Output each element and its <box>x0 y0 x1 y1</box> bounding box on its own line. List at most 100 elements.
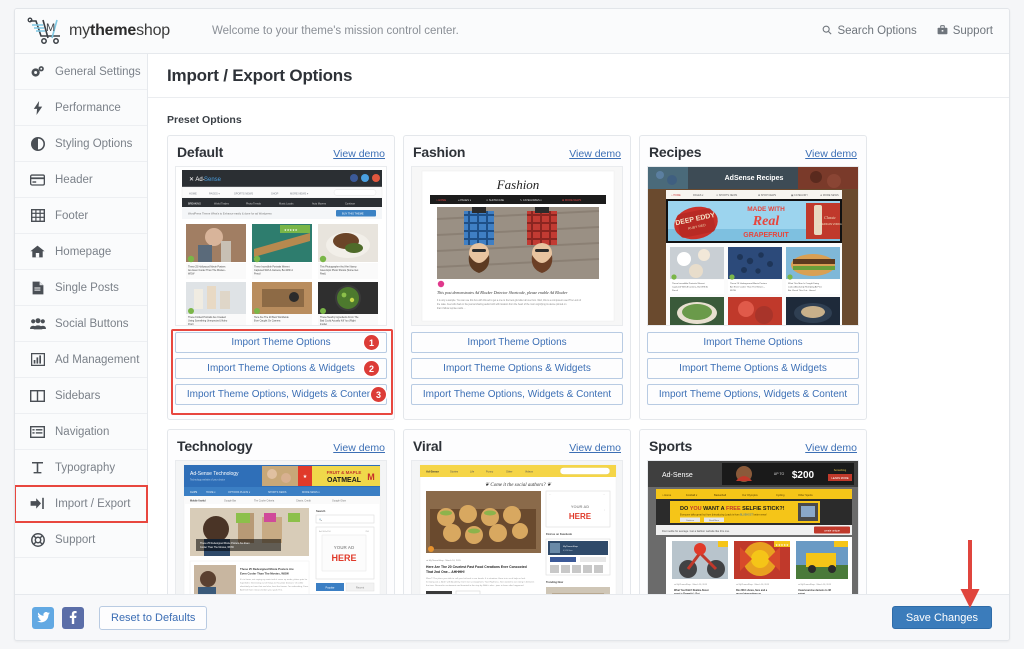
search-options-button[interactable]: Search Options <box>822 25 916 38</box>
welcome-message: Welcome to your theme's mission control … <box>212 25 459 37</box>
import-theme-options-widgets-button[interactable]: Import Theme Options & Widgets <box>647 358 859 379</box>
svg-text:Real): Real) <box>320 273 326 276</box>
import-theme-options-button[interactable]: Import Theme Options <box>175 332 387 353</box>
svg-text:BUY THIS THEME: BUY THIS THEME <box>342 212 364 216</box>
svg-text:Find us on Facebook: Find us on Facebook <box>546 532 572 536</box>
table-grid-icon <box>29 208 46 224</box>
svg-text:Photo Trends: Photo Trends <box>246 202 262 205</box>
preset-title: Technology <box>177 438 253 454</box>
svg-text:$200: $200 <box>792 470 815 481</box>
svg-text:AMERICAN VODKA: AMERICAN VODKA <box>818 222 842 226</box>
sidebar-item-typography[interactable]: Typography <box>15 450 147 486</box>
sidebar-item-sidebars[interactable]: Sidebars <box>15 378 147 414</box>
sidebar-label: Single Posts <box>55 282 119 294</box>
svg-text:World Trades: World Trades <box>214 202 230 205</box>
svg-text:Even Cooler Than The Movies, W: Even Cooler Than The Movies, WOW <box>240 572 289 576</box>
svg-text:M: M <box>46 22 55 34</box>
sign-in-arrow-icon <box>29 496 46 512</box>
svg-text:These 25 Redesigned Movie Post: These 25 Redesigned Movie Posters Are Ev… <box>200 542 250 545</box>
import-theme-options-widgets-button[interactable]: Import Theme Options & Widgets <box>411 358 623 379</box>
brand-logo[interactable]: M mythemeshop <box>27 16 170 46</box>
top-bar-actions: Search Options Support <box>822 25 993 38</box>
import-theme-options-button[interactable]: Import Theme Options <box>647 332 859 353</box>
twitter-icon[interactable] <box>32 607 54 629</box>
gears-icon <box>29 64 46 80</box>
svg-text:The Cooler Criteria: The Cooler Criteria <box>254 500 275 503</box>
brand-theme: theme <box>90 22 136 39</box>
import-theme-options-widgets-content-button[interactable]: Import Theme Options, Widgets & Content <box>647 384 859 405</box>
app-root: M mythemeshop Welcome to your theme's mi… <box>0 0 1024 649</box>
sidebar-item-import-export[interactable]: Import / Export <box>15 486 147 522</box>
svg-text:Classic: Classic <box>824 215 836 220</box>
brand-name: mythemeshop <box>69 22 170 40</box>
preset-card-recipes: Recipes View demo AdSense Recipes <box>639 135 867 420</box>
sidebar-label: Footer <box>55 210 88 222</box>
svg-text:▲ MyThemeShop · March 16, 2015: ▲ MyThemeShop · March 16, 2015 <box>798 583 832 586</box>
facebook-icon[interactable] <box>62 607 84 629</box>
view-demo-link[interactable]: View demo <box>569 442 621 454</box>
annotation-badge-1: 1 <box>364 335 379 350</box>
svg-text:Here Are The 20 Cruelest Fast: Here Are The 20 Cruelest Fast Food Creat… <box>426 565 527 569</box>
main-content: Import / Export Options Preset Options D… <box>148 54 1009 595</box>
view-demo-link[interactable]: View demo <box>333 442 385 454</box>
sidebar-item-social-buttons[interactable]: Social Buttons <box>15 306 147 342</box>
sidebar-item-homepage[interactable]: Homepage <box>15 234 147 270</box>
svg-text:Dont settle for average. Get a: Dont settle for average. Get a fashion w… <box>662 529 730 533</box>
svg-text:⌂ HOME: ⌂ HOME <box>436 198 446 202</box>
import-theme-options-widgets-content-button[interactable]: Import Theme Options, Widgets & Content <box>175 384 387 405</box>
annotation-badge-3: 3 <box>371 387 386 402</box>
import-theme-options-widgets-content-button[interactable]: Import Theme Options, Widgets & Content <box>411 384 623 405</box>
search-options-label: Search Options <box>837 25 916 37</box>
svg-text:Inside): Inside) <box>320 323 327 326</box>
preset-grid: Default View demo ✕ Ad- Sense HOMEPAGES … <box>167 135 867 621</box>
support-button[interactable]: Support <box>937 25 993 38</box>
svg-text:WOW: WOW <box>188 273 195 276</box>
svg-text:But Check This Out - Unreal: But Check This Out - Unreal <box>788 289 816 292</box>
preset-card-sports: Sports View demo Ad-Sense $200 UP TO <box>639 429 867 612</box>
svg-text:SHOP: SHOP <box>271 192 279 196</box>
import-theme-options-widgets-button[interactable]: Import Theme Options & Widgets <box>175 358 387 379</box>
view-demo-link[interactable]: View demo <box>805 148 857 160</box>
svg-text:Are Even Cooler Than The Movie: Are Even Cooler Than The Movies - <box>730 286 765 289</box>
svg-text:Life: Life <box>470 470 475 474</box>
import-theme-options-button[interactable]: Import Theme Options <box>411 332 623 353</box>
sidebar-item-styling-options[interactable]: Styling Options <box>15 126 147 162</box>
svg-text:HERE: HERE <box>569 512 592 521</box>
document-icon <box>29 280 46 296</box>
sidebar-item-header[interactable]: Header <box>15 162 147 198</box>
svg-text:PAGES ▾: PAGES ▾ <box>209 192 220 196</box>
svg-text:Mobile Useful: Mobile Useful <box>190 500 206 503</box>
save-changes-button[interactable]: Save Changes <box>892 606 992 629</box>
svg-text:Pencil: Pencil <box>254 273 261 276</box>
svg-text:Continue: Continue <box>345 202 356 205</box>
preset-title: Recipes <box>649 144 701 160</box>
view-demo-link[interactable]: View demo <box>805 442 857 454</box>
sidebar-item-ad-management[interactable]: Ad Management <box>15 342 147 378</box>
preset-preview-recipes: AdSense Recipes ⌂ HOMEPAGES ▾✦ SPORTS NE… <box>647 166 859 326</box>
view-demo-link[interactable]: View demo <box>569 148 621 160</box>
svg-text:❦ Come it the social authors?: ❦ Come it the social authors? ❦ <box>485 482 552 488</box>
svg-text:Using Something Unexpected (Vi: Using Something Unexpected (Video <box>188 320 228 323</box>
sidebar-item-single-posts[interactable]: Single Posts <box>15 270 147 306</box>
view-demo-link[interactable]: View demo <box>333 148 385 160</box>
svg-text:Technology website of your cho: Technology website of your choice <box>190 479 226 482</box>
svg-text:Music Locals: Music Locals <box>279 202 294 205</box>
svg-text:Recent: Recent <box>356 586 364 590</box>
svg-text:GRAPEFRUIT: GRAPEFRUIT <box>743 232 789 239</box>
svg-text:Auto Movers: Auto Movers <box>312 202 327 205</box>
brand-shop: shop <box>136 22 170 39</box>
reset-to-defaults-button[interactable]: Reset to Defaults <box>99 606 207 630</box>
sidebar-item-performance[interactable]: Performance <box>15 90 147 126</box>
svg-text:4,520 likes: 4,520 likes <box>563 550 573 552</box>
svg-text:Continue: Continue <box>686 519 695 522</box>
sidebar-item-support[interactable]: Support <box>15 522 147 558</box>
svg-text:Ever Caught On Camera: Ever Caught On Camera <box>254 320 281 323</box>
svg-text:HOME ▾: HOME ▾ <box>206 491 216 494</box>
preset-preview-fashion: Fashion ⌂ HOME≡ PAGES ▾✦ SHOWCASE✎ CATEG… <box>411 166 623 326</box>
sidebar-nav: General Settings Performance Styling Opt… <box>15 54 148 595</box>
svg-text:MORE NEWS ▾: MORE NEWS ▾ <box>302 491 320 494</box>
sidebar-item-footer[interactable]: Footer <box>15 198 147 234</box>
preset-card-technology: Technology View demo Ad-Sense Technology… <box>167 429 395 612</box>
sidebar-item-navigation[interactable]: Navigation <box>15 414 147 450</box>
sidebar-item-general-settings[interactable]: General Settings <box>15 54 147 90</box>
